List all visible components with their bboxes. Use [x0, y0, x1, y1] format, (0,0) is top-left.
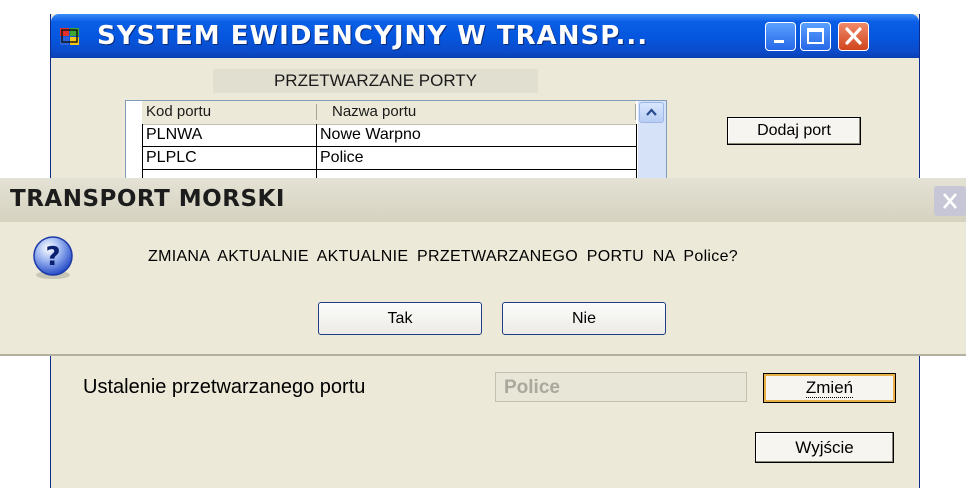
maximize-icon — [807, 28, 824, 44]
table-row[interactable]: PLPLC Police — [142, 147, 636, 170]
no-button[interactable]: Nie — [502, 302, 666, 335]
table-row[interactable]: PLNWA Nowe Warpno — [142, 124, 636, 147]
confirm-dialog: TRANSPORT MORSKI ? ZMIANA AKTUALNIE AKTU… — [0, 178, 966, 356]
column-line — [316, 124, 317, 179]
cell-port-name: Nowe Warpno — [320, 126, 421, 143]
dialog-message: ZMIANA AKTUALNIE AKTUALNIE PRZETWARZANEG… — [148, 248, 738, 265]
column-header-code[interactable]: Kod portu — [146, 103, 211, 120]
yes-button[interactable]: Tak — [318, 302, 482, 335]
close-icon — [943, 193, 957, 209]
section-title: PRZETWARZANE PORTY — [213, 69, 538, 93]
maximize-button[interactable] — [800, 22, 831, 51]
minimize-icon — [774, 40, 784, 43]
app-icon — [60, 28, 79, 45]
exit-button[interactable]: Wyjście — [755, 432, 894, 463]
change-port-label: Zmień — [805, 378, 854, 398]
svg-text:?: ? — [45, 242, 60, 272]
dialog-close-button[interactable] — [934, 186, 966, 216]
question-icon: ? — [33, 236, 73, 279]
close-button[interactable] — [838, 22, 869, 51]
column-line — [636, 124, 637, 179]
scroll-up-button[interactable] — [639, 102, 664, 123]
cell-port-code: PLPLC — [146, 149, 197, 166]
dialog-titlebar[interactable]: TRANSPORT MORSKI — [0, 178, 966, 222]
current-port-label: Ustalenie przetwarzanego portu — [83, 376, 366, 398]
ports-table[interactable]: Kod portu Nazwa portu PLNWA Nowe Warpno … — [125, 100, 667, 180]
vertical-scrollbar[interactable] — [638, 101, 666, 179]
column-separator — [316, 104, 317, 120]
close-icon — [845, 27, 862, 45]
column-header-name[interactable]: Nazwa portu — [332, 103, 416, 120]
add-port-button[interactable]: Dodaj port — [727, 117, 861, 145]
chevron-up-icon — [646, 108, 657, 116]
cell-port-code: PLNWA — [146, 126, 203, 143]
main-titlebar[interactable]: SYSTEM EWIDENCYJNY W TRANSP... — [51, 14, 919, 58]
dialog-title: TRANSPORT MORSKI — [10, 186, 285, 212]
change-port-button[interactable]: Zmień — [763, 373, 896, 403]
column-separator — [635, 104, 636, 120]
minimize-button[interactable] — [765, 22, 796, 51]
cell-port-name: Police — [320, 149, 364, 166]
current-port-field: Police — [495, 372, 747, 402]
window-title: SYSTEM EWIDENCYJNY W TRANSP... — [97, 21, 649, 51]
table-header: Kod portu Nazwa portu — [142, 101, 636, 125]
column-line — [142, 124, 143, 179]
